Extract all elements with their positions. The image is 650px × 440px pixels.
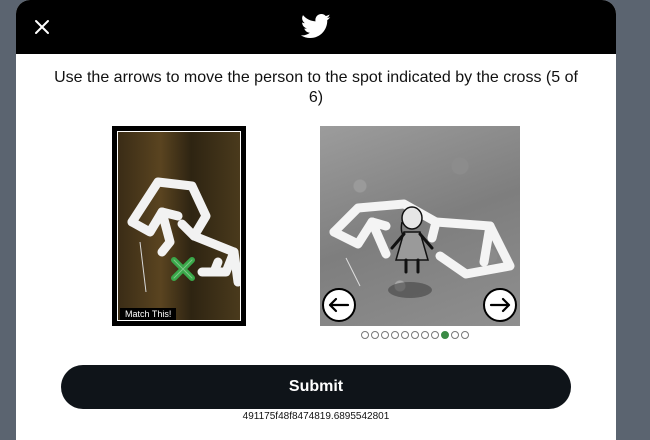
pager-dot xyxy=(451,331,459,339)
modal-header xyxy=(16,0,616,54)
pager-dot xyxy=(361,331,369,339)
close-icon xyxy=(35,20,49,34)
close-button[interactable] xyxy=(30,15,54,39)
target-image: Match This! xyxy=(112,126,246,326)
pager-dot xyxy=(421,331,429,339)
pager-dot xyxy=(401,331,409,339)
submit-button[interactable]: Submit xyxy=(61,365,571,409)
person-figure xyxy=(390,206,434,274)
instruction-text: Use the arrows to move the person to the… xyxy=(54,69,578,106)
move-left-button[interactable] xyxy=(322,288,356,322)
target-image-frame: Match This! xyxy=(117,131,241,321)
pager-dot xyxy=(411,331,419,339)
left-arrow-icon xyxy=(328,297,350,313)
pager-dots xyxy=(361,331,469,341)
pager-dot xyxy=(431,331,439,339)
session-id: 491175f48f8474819.6895542801 xyxy=(242,411,390,422)
pager-dot xyxy=(391,331,399,339)
captcha-modal: Use the arrows to move the person to the… xyxy=(16,0,616,440)
pager-dot xyxy=(381,331,389,339)
pager-dot-active xyxy=(441,331,449,339)
puzzle-scene xyxy=(320,126,520,326)
target-shape xyxy=(127,177,240,293)
right-arrow-icon xyxy=(489,297,511,313)
twitter-bird-icon xyxy=(301,14,331,38)
pager-dot xyxy=(371,331,379,339)
move-right-button[interactable] xyxy=(483,288,517,322)
match-this-label: Match This! xyxy=(120,308,177,320)
pager-dot xyxy=(461,331,469,339)
target-cross-icon xyxy=(171,257,195,281)
